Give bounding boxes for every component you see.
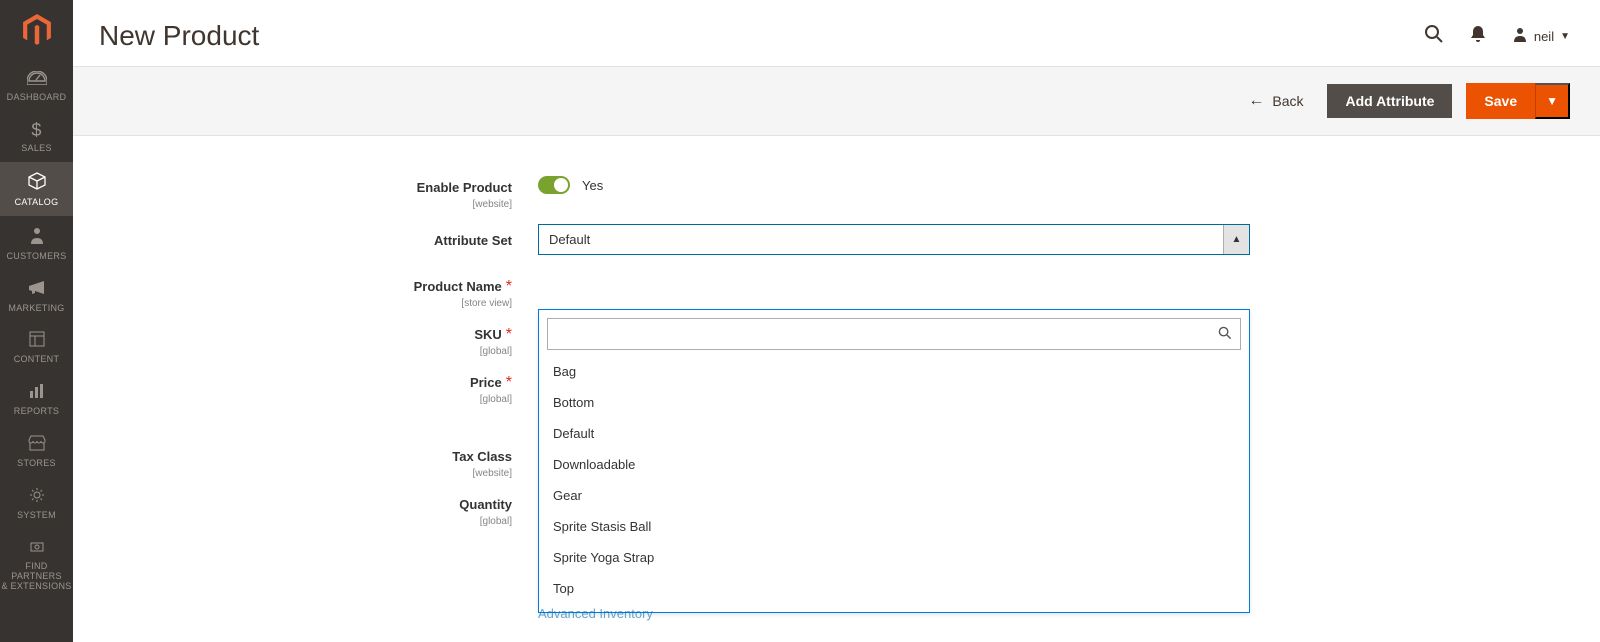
advanced-inventory-link[interactable]: Advanced Inventory bbox=[538, 606, 653, 621]
dropdown-option[interactable]: Gear bbox=[547, 480, 1241, 511]
field-label: Price bbox=[470, 375, 502, 390]
save-button-group: Save ▼ bbox=[1466, 83, 1570, 119]
enable-product-toggle[interactable] bbox=[538, 176, 570, 194]
save-dropdown-toggle[interactable]: ▼ bbox=[1535, 83, 1570, 119]
required-indicator: * bbox=[506, 374, 512, 391]
gear-icon bbox=[29, 487, 45, 506]
dropdown-option[interactable]: Top bbox=[547, 573, 1241, 604]
dropdown-option[interactable]: Downloadable bbox=[547, 449, 1241, 480]
nav-system[interactable]: SYSTEM bbox=[0, 477, 73, 529]
dropdown-option[interactable]: Sprite Yoga Strap bbox=[547, 542, 1241, 573]
nav-stores[interactable]: STORES bbox=[0, 425, 73, 477]
gauge-icon bbox=[27, 70, 47, 88]
field-attribute-set: Attribute Set Default ▲ bbox=[73, 224, 1600, 255]
nav-sales[interactable]: $ SALES bbox=[0, 111, 73, 162]
dropdown-option[interactable]: Bag bbox=[547, 356, 1241, 387]
partners-icon bbox=[28, 539, 46, 557]
dropdown-list: Bag Bottom Default Downloadable Gear Spr… bbox=[547, 356, 1241, 604]
field-scope: [website] bbox=[73, 468, 512, 479]
nav-reports[interactable]: REPORTS bbox=[0, 373, 73, 425]
nav-label: DASHBOARD bbox=[7, 93, 67, 103]
bell-icon[interactable] bbox=[1470, 25, 1486, 48]
nav-marketing[interactable]: MARKETING bbox=[0, 270, 73, 322]
chevron-up-icon: ▲ bbox=[1223, 225, 1249, 254]
back-label: Back bbox=[1272, 93, 1303, 109]
nav-content[interactable]: CONTENT bbox=[0, 321, 73, 373]
nav-label: STORES bbox=[17, 459, 56, 469]
field-scope: [website] bbox=[73, 199, 512, 210]
required-indicator: * bbox=[506, 278, 512, 295]
admin-sidebar: DASHBOARD $ SALES CATALOG CUSTOMERS MARK… bbox=[0, 0, 73, 642]
search-icon bbox=[1218, 326, 1232, 343]
main-content: New Product neil ▼ ← Back Add Attribute … bbox=[73, 0, 1600, 642]
nav-partners[interactable]: FIND PARTNERS & EXTENSIONS bbox=[0, 529, 73, 600]
user-icon bbox=[1512, 26, 1528, 47]
field-label: Tax Class bbox=[452, 449, 512, 464]
required-indicator: * bbox=[506, 326, 512, 343]
chevron-down-icon: ▼ bbox=[1560, 31, 1570, 42]
save-button[interactable]: Save bbox=[1466, 83, 1535, 119]
field-enable-product: Enable Product [website] Yes bbox=[73, 176, 1600, 210]
nav-label: SYSTEM bbox=[17, 511, 56, 521]
arrow-left-icon: ← bbox=[1248, 92, 1264, 110]
field-scope: [store view] bbox=[73, 298, 512, 309]
nav-dashboard[interactable]: DASHBOARD bbox=[0, 60, 73, 111]
attribute-set-select[interactable]: Default ▲ bbox=[538, 224, 1250, 255]
nav-label: FIND PARTNERS & EXTENSIONS bbox=[0, 562, 73, 592]
page-header: New Product neil ▼ bbox=[73, 0, 1600, 66]
store-icon bbox=[28, 435, 46, 454]
dropdown-option[interactable]: Sprite Stasis Ball bbox=[547, 511, 1241, 542]
field-label: Enable Product bbox=[417, 180, 512, 195]
select-value: Default bbox=[539, 225, 1223, 254]
user-name: neil bbox=[1534, 29, 1554, 44]
field-scope: [global] bbox=[73, 516, 512, 527]
nav-label: CONTENT bbox=[14, 355, 60, 365]
search-icon[interactable] bbox=[1424, 24, 1444, 49]
toggle-value-label: Yes bbox=[582, 178, 603, 193]
nav-label: CUSTOMERS bbox=[6, 252, 66, 262]
field-label: SKU bbox=[474, 327, 501, 342]
page-title: New Product bbox=[99, 20, 1424, 52]
field-scope: [global] bbox=[73, 394, 512, 405]
action-toolbar: ← Back Add Attribute Save ▼ bbox=[73, 66, 1600, 136]
dropdown-option[interactable]: Default bbox=[547, 418, 1241, 449]
magento-logo[interactable] bbox=[0, 0, 73, 60]
field-scope: [global] bbox=[73, 346, 512, 357]
layout-icon bbox=[29, 331, 45, 350]
nav-catalog[interactable]: CATALOG bbox=[0, 162, 73, 216]
cube-icon bbox=[28, 172, 46, 193]
dropdown-option[interactable]: Bottom bbox=[547, 387, 1241, 418]
dollar-icon: $ bbox=[31, 121, 41, 139]
nav-label: MARKETING bbox=[8, 304, 64, 314]
dropdown-search-input[interactable] bbox=[548, 321, 1218, 348]
bars-icon bbox=[29, 383, 45, 402]
add-attribute-button[interactable]: Add Attribute bbox=[1327, 84, 1452, 118]
person-icon bbox=[30, 226, 44, 247]
megaphone-icon bbox=[28, 280, 46, 299]
header-actions: neil ▼ bbox=[1424, 24, 1570, 49]
field-label: Product Name bbox=[414, 279, 502, 294]
nav-label: CATALOG bbox=[15, 198, 59, 208]
field-label: Quantity bbox=[459, 497, 512, 512]
attribute-set-dropdown: Bag Bottom Default Downloadable Gear Spr… bbox=[538, 309, 1250, 613]
user-menu[interactable]: neil ▼ bbox=[1512, 26, 1570, 47]
nav-label: REPORTS bbox=[14, 407, 59, 417]
nav-label: SALES bbox=[21, 144, 52, 154]
field-label: Attribute Set bbox=[434, 233, 512, 248]
toggle-knob bbox=[554, 178, 568, 192]
field-product-name: Product Name * [store view] bbox=[73, 275, 1600, 309]
nav-customers[interactable]: CUSTOMERS bbox=[0, 216, 73, 270]
back-button[interactable]: ← Back bbox=[1248, 92, 1303, 110]
dropdown-search bbox=[547, 318, 1241, 350]
